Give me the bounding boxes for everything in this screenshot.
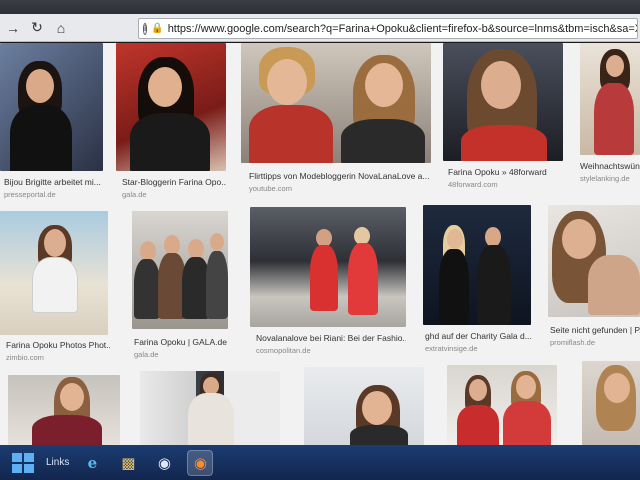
image-thumbnail[interactable] xyxy=(447,365,557,445)
image-thumbnail[interactable] xyxy=(8,375,120,445)
windows-start-icon[interactable] xyxy=(8,448,38,478)
lock-icon: 🔒 xyxy=(151,23,164,34)
result-source: promiflash.de xyxy=(550,338,596,347)
result-caption[interactable]: Seite nicht gefunden | P... xyxy=(550,325,640,335)
image-thumbnail[interactable] xyxy=(443,43,563,161)
home-icon[interactable]: ⌂ xyxy=(50,17,72,39)
info-icon[interactable]: i xyxy=(143,22,148,35)
result-caption[interactable]: Bijou Brigitte arbeitet mi... xyxy=(4,177,104,187)
tab-strip xyxy=(0,0,640,14)
image-thumbnail[interactable] xyxy=(116,43,226,171)
image-results-grid: Bijou Brigitte arbeitet mi... presseport… xyxy=(0,43,640,445)
result-source: zimbio.com xyxy=(6,353,44,362)
result-caption[interactable]: Farina Opoku » 48forward xyxy=(448,167,563,177)
result-caption[interactable]: Farina Opoku Photos Phot... xyxy=(6,340,110,350)
url-text: https://www.google.com/search?q=Farina+O… xyxy=(167,22,637,35)
image-thumbnail[interactable] xyxy=(0,211,108,335)
image-thumbnail[interactable] xyxy=(423,205,531,325)
result-source: stylelanking.de xyxy=(580,174,630,183)
image-thumbnail[interactable] xyxy=(241,43,431,163)
firefox-icon[interactable]: ◉ xyxy=(187,449,214,476)
image-thumbnail[interactable] xyxy=(548,205,640,317)
url-bar[interactable]: i 🔒 https://www.google.com/search?q=Fari… xyxy=(138,18,638,39)
file-explorer-icon[interactable]: ▩ xyxy=(115,450,141,476)
image-thumbnail[interactable] xyxy=(250,207,406,327)
image-thumbnail[interactable] xyxy=(140,371,280,445)
image-thumbnail[interactable] xyxy=(580,43,640,155)
image-thumbnail[interactable] xyxy=(0,43,103,171)
reload-icon[interactable]: ↻ xyxy=(26,17,48,39)
result-source: gala.de xyxy=(134,350,159,359)
taskbar-links-label[interactable]: Links xyxy=(46,457,69,468)
result-caption[interactable]: Weihnachtswün... xyxy=(580,161,640,171)
result-caption[interactable]: Novalanalove bei Riani: Bei der Fashio..… xyxy=(256,333,406,343)
result-source: cosmopolitan.de xyxy=(256,346,311,355)
browser-toolbar: → ↻ ⌂ i 🔒 https://www.google.com/search?… xyxy=(0,14,640,42)
internet-explorer-icon[interactable]: e xyxy=(79,450,105,476)
result-source: 48forward.com xyxy=(448,180,498,189)
result-caption[interactable]: Farina Opoku | GALA.de xyxy=(134,337,232,347)
result-source: youtube.com xyxy=(249,184,292,193)
windows-taskbar: Links e ▩ ◉ ◉ xyxy=(0,445,640,480)
media-icon[interactable]: ◉ xyxy=(151,450,177,476)
result-source: extratvinsige.de xyxy=(425,344,478,353)
result-source: gala.de xyxy=(122,190,147,199)
result-caption[interactable]: ghd auf der Charity Gala d... xyxy=(425,331,535,341)
result-caption[interactable]: Star-Bloggerin Farina Opo... xyxy=(122,177,226,187)
result-caption[interactable]: Flirttipps von Modebloggerin NovaLanaLov… xyxy=(249,171,429,181)
image-thumbnail[interactable] xyxy=(132,211,228,329)
image-thumbnail[interactable] xyxy=(582,361,640,445)
back-arrow-icon[interactable]: → xyxy=(2,17,24,39)
result-source: presseportal.de xyxy=(4,190,56,199)
image-thumbnail[interactable] xyxy=(304,367,424,445)
